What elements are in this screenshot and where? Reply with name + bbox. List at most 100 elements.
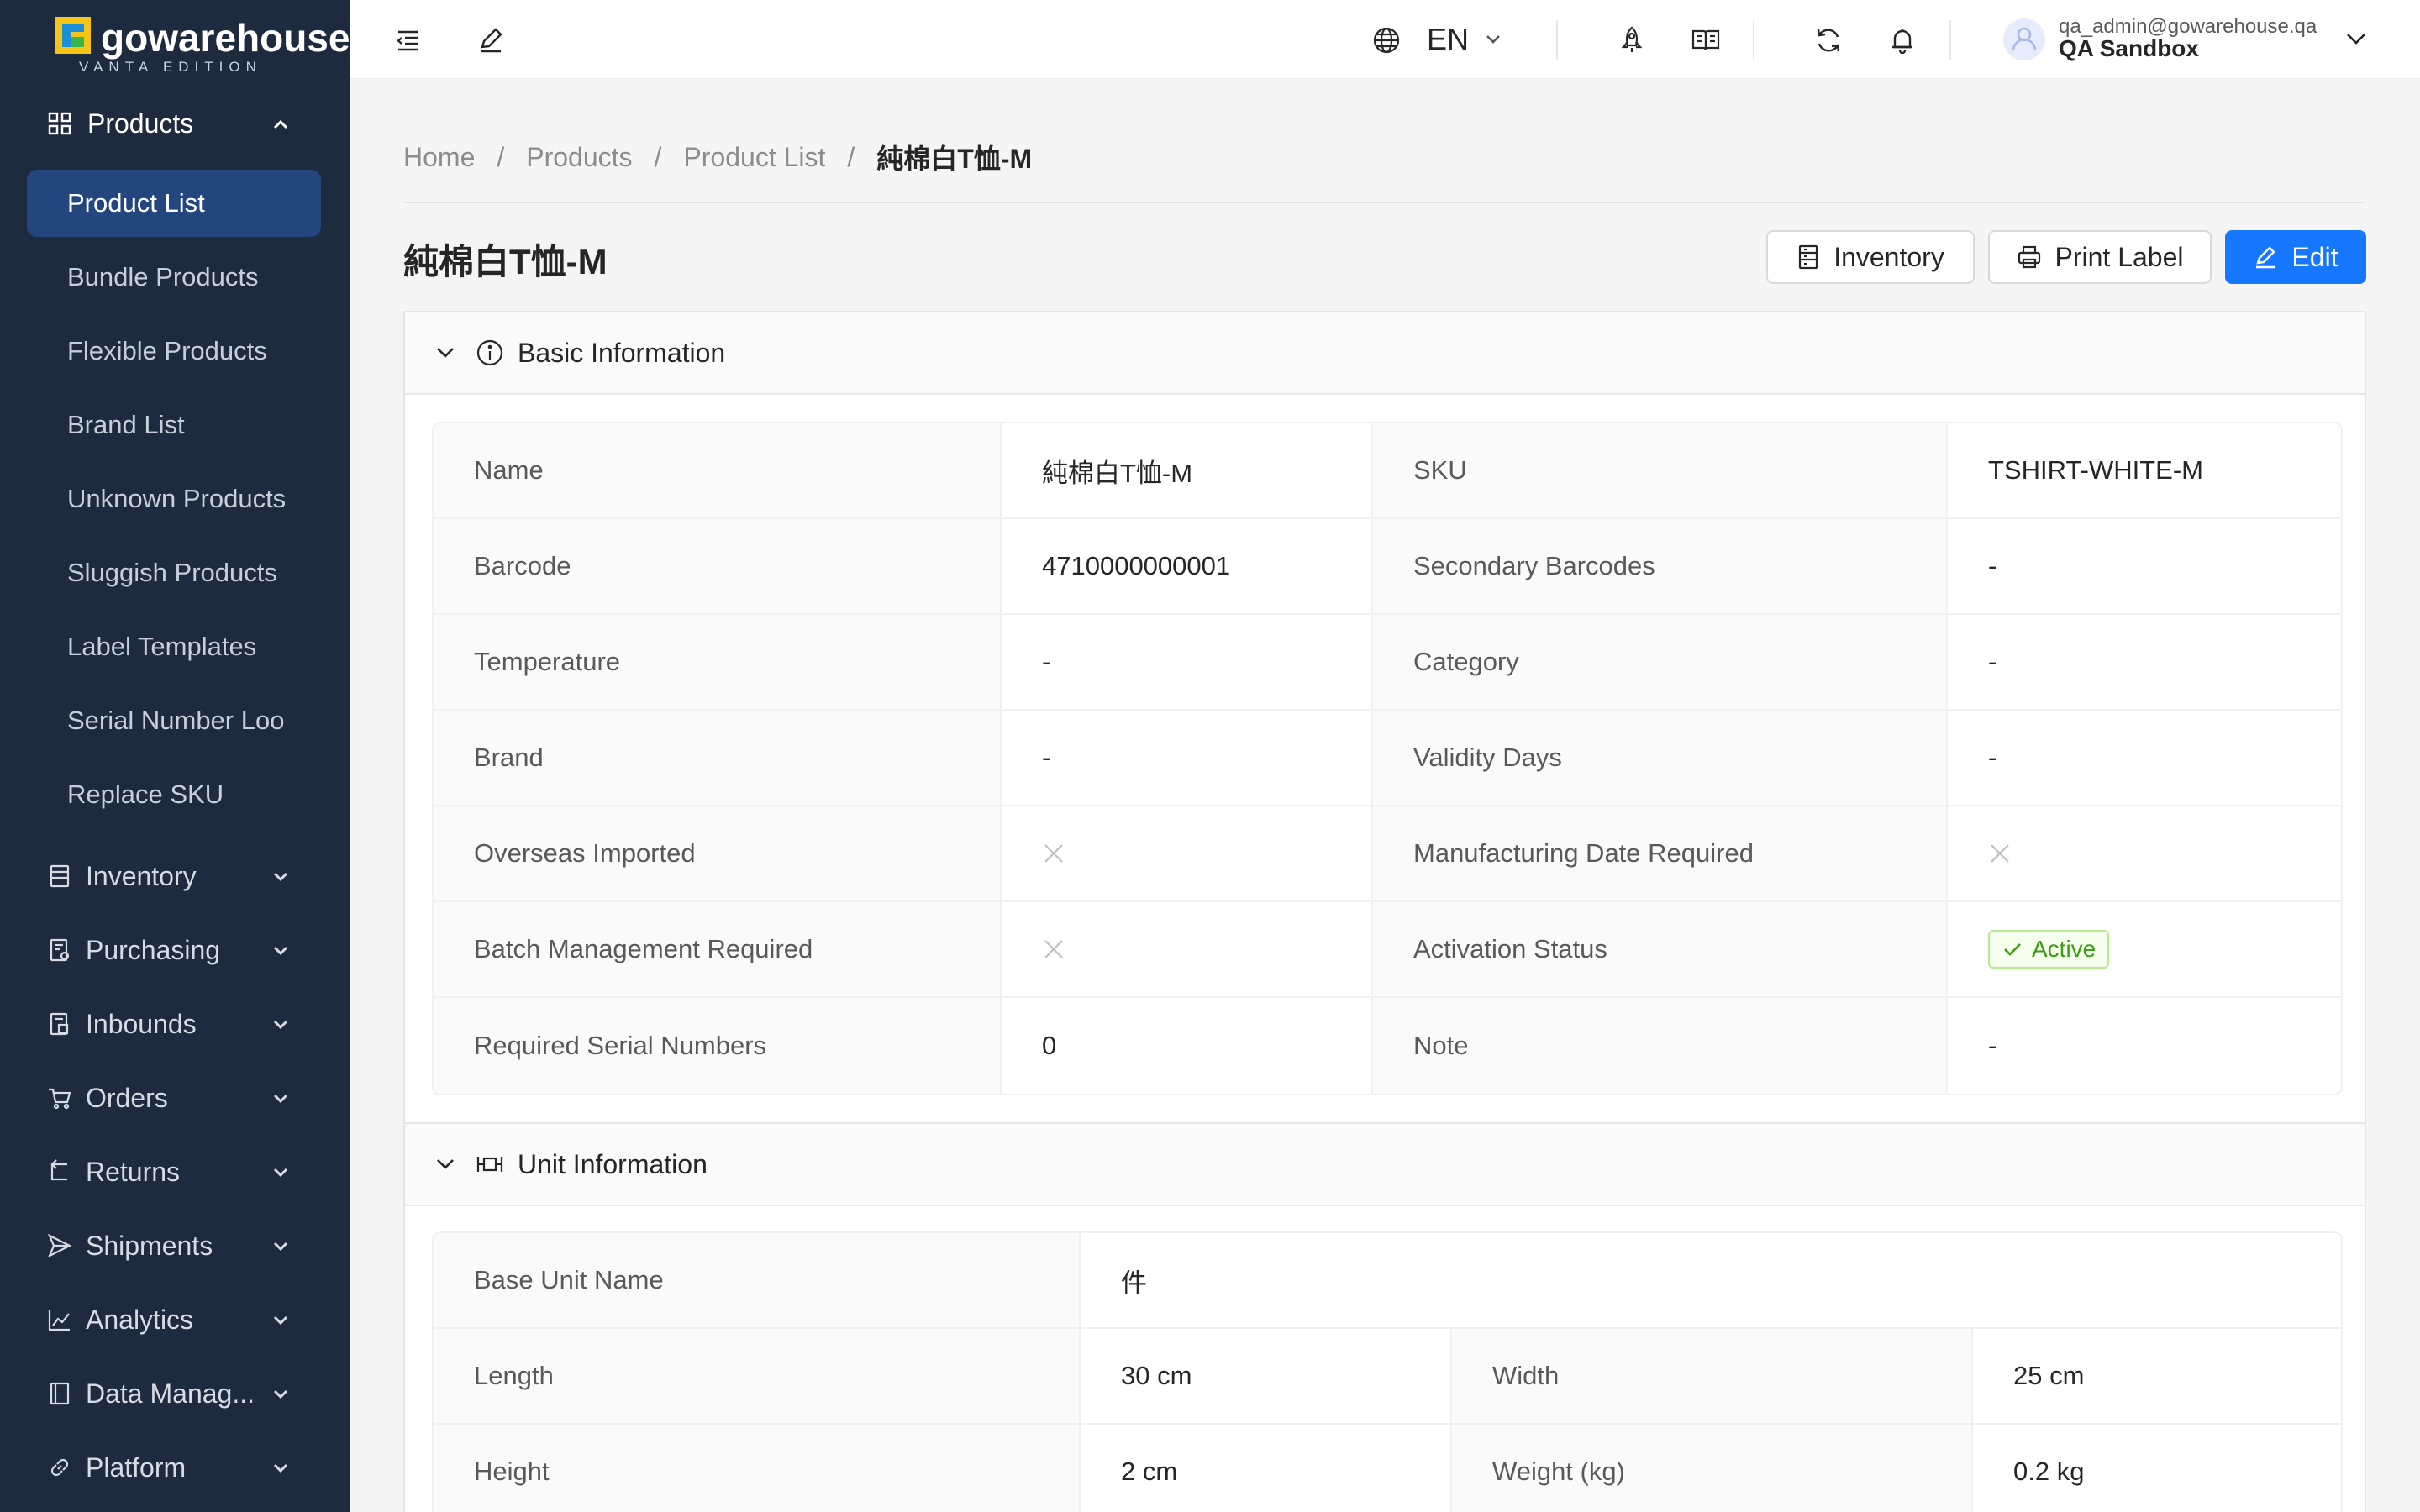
sidebar: gowarehouse VANTA EDITION Products Produ… [0, 0, 350, 1512]
brand-logo[interactable]: gowarehouse VANTA EDITION [55, 15, 350, 76]
height-label: Height [434, 1425, 1081, 1512]
status-badge-label: Active [2032, 936, 2096, 962]
overseas-imported-value [1002, 806, 1373, 902]
rocket-icon[interactable] [1617, 25, 1647, 55]
link-icon [50, 1458, 69, 1477]
table-row: Overseas Imported Manufacturing Date Req… [434, 806, 2341, 902]
sidebar-item-replace-sku[interactable]: Replace SKU [27, 761, 321, 828]
sidebar-item-returns[interactable]: Returns [0, 1144, 350, 1200]
sidebar-item-label: Data Manag... [86, 1378, 255, 1409]
sidebar-item-brand-list[interactable]: Brand List [27, 391, 321, 459]
close-icon [1991, 844, 2009, 863]
table-row: Temperature - Category - [434, 615, 2341, 711]
read-book-icon[interactable] [1691, 25, 1721, 55]
sidebar-item-flexible-products[interactable]: Flexible Products [27, 318, 321, 385]
manufacturing-date-required-label: Manufacturing Date Required [1373, 806, 1948, 902]
chevron-down-icon [273, 1020, 288, 1030]
chevron-down-icon[interactable] [434, 341, 457, 365]
batch-management-required-label: Batch Management Required [434, 902, 1002, 998]
unit-information-header[interactable]: Unit Information [405, 1124, 2365, 1206]
sidebar-item-label: Shipments [86, 1230, 213, 1261]
menu-fold-icon[interactable] [393, 25, 424, 55]
sidebar-item-data-management[interactable]: Data Manag... [0, 1366, 350, 1421]
base-unit-name-value: 件 [1081, 1233, 2342, 1329]
close-icon [1044, 940, 1063, 958]
brand-label: Brand [434, 711, 1002, 806]
inventory-icon [50, 864, 70, 888]
sidebar-item-analytics[interactable]: Analytics [0, 1292, 350, 1347]
chevron-up-icon[interactable] [269, 113, 292, 136]
table-row: Barcode 4710000000001 Secondary Barcodes… [434, 519, 2341, 615]
chevron-down-icon [273, 1094, 288, 1104]
table-row: Base Unit Name 件 [434, 1233, 2342, 1329]
sidebar-item-unknown-products[interactable]: Unknown Products [27, 465, 321, 533]
sidebar-item-serial-number-lookup[interactable]: Serial Number Loo [27, 687, 321, 754]
sidebar-item-label: Inbounds [86, 1008, 197, 1039]
sku-label: SKU [1373, 423, 1948, 519]
sidebar-item-label: Platform [86, 1452, 187, 1483]
language-selector[interactable]: EN [1427, 22, 1469, 57]
avatar[interactable] [2003, 18, 2045, 60]
required-serial-numbers-value: 0 [1002, 998, 1373, 1094]
sidebar-item-platform[interactable]: Platform [0, 1440, 350, 1495]
toolbar-divider [1753, 20, 1754, 60]
sidebar-item-sluggish-products[interactable]: Sluggish Products [27, 539, 321, 606]
bell-icon[interactable] [1887, 25, 1918, 55]
basic-information-header[interactable]: Basic Information [405, 312, 2365, 395]
activation-status-value: Active [1948, 902, 2341, 998]
sidebar-item-orders[interactable]: Orders [0, 1070, 350, 1126]
sidebar-item-label: Analytics [86, 1304, 194, 1335]
chevron-down-icon [273, 1389, 288, 1399]
line-chart-icon [48, 1310, 70, 1331]
secondary-barcodes-value: - [1948, 519, 2341, 615]
chevron-down-icon[interactable] [1481, 27, 1506, 52]
inventory-button[interactable]: Inventory [1766, 230, 1975, 284]
sidebar-item-label-templates[interactable]: Label Templates [27, 613, 321, 680]
cart-icon [49, 1088, 71, 1110]
breadcrumb-separator: / [847, 141, 855, 172]
chevron-down-icon[interactable] [434, 1152, 457, 1176]
basic-information-table: Name 純棉白T恤-M SKU TSHIRT-WHITE-M Barcode … [432, 422, 2343, 1095]
breadcrumb-product-list[interactable]: Product List [683, 142, 825, 173]
brand-name: gowarehouse [101, 16, 350, 60]
table-row: Required Serial Numbers 0 Note - [434, 998, 2341, 1094]
manufacturing-date-required-value [1948, 806, 2341, 902]
brand-value: - [1002, 711, 1373, 806]
user-icon [2012, 27, 2037, 51]
overseas-imported-label: Overseas Imported [434, 806, 1002, 902]
basic-information-title: Basic Information [518, 337, 726, 368]
basic-information-panel: Basic Information Name 純棉白T恤-M SKU TSHIR… [403, 311, 2366, 1124]
inventory-button-label: Inventory [1833, 241, 1944, 272]
breadcrumb-separator: / [497, 141, 505, 172]
refresh-icon[interactable] [1813, 25, 1844, 55]
sidebar-item-bundle-products[interactable]: Bundle Products [27, 244, 321, 311]
print-label-button-label: Print Label [2054, 241, 2184, 272]
chevron-down-icon [273, 1242, 288, 1252]
table-row: Brand - Validity Days - [434, 711, 2341, 806]
required-serial-numbers-label: Required Serial Numbers [434, 998, 1002, 1094]
sidebar-item-shipments[interactable]: Shipments [0, 1218, 350, 1273]
status-badge: Active [1988, 930, 2110, 969]
validity-days-label: Validity Days [1373, 711, 1948, 806]
note-label: Note [1373, 998, 1948, 1094]
sidebar-item-purchasing[interactable]: Purchasing [0, 922, 350, 978]
sidebar-item-label: Purchasing [86, 934, 221, 965]
height-value: 2 cm [1081, 1425, 1452, 1512]
breadcrumb-products[interactable]: Products [526, 142, 632, 173]
chevron-down-icon[interactable] [2341, 24, 2371, 54]
sidebar-section-products[interactable]: Products [0, 99, 350, 148]
chevron-down-icon [273, 1315, 288, 1326]
temperature-label: Temperature [434, 615, 1002, 711]
sidebar-item-inbounds[interactable]: Inbounds [0, 996, 350, 1052]
chevron-down-icon [273, 1168, 288, 1178]
globe-icon[interactable] [1371, 25, 1402, 55]
table-row: Name 純棉白T恤-M SKU TSHIRT-WHITE-M [434, 423, 2341, 519]
edit-button[interactable]: Edit [2225, 230, 2366, 284]
edit-icon[interactable] [476, 25, 506, 55]
breadcrumb-home[interactable]: Home [403, 142, 475, 173]
sidebar-item-product-list[interactable]: Product List [27, 170, 321, 237]
sidebar-item-inventory[interactable]: Inventory [0, 848, 350, 904]
weight-label: Weight (kg) [1452, 1425, 1973, 1512]
inventory-icon [1799, 244, 1818, 270]
print-label-button[interactable]: Print Label [1988, 230, 2212, 284]
